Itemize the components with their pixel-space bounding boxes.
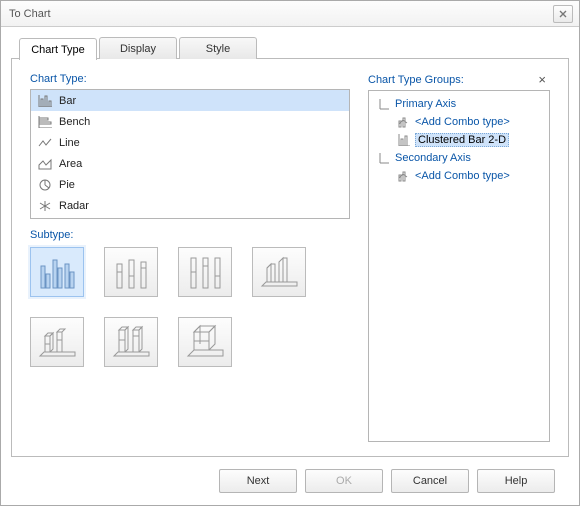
help-button[interactable]: Help: [477, 469, 555, 493]
groups-close-button[interactable]: ×: [538, 73, 546, 86]
tree-primary-axis[interactable]: Primary Axis: [373, 95, 545, 113]
list-item-bench[interactable]: Bench: [31, 111, 349, 132]
button-label: Help: [505, 475, 528, 487]
button-label: Next: [247, 475, 270, 487]
percent-2d-icon: [185, 254, 225, 290]
tree-clustered-bar-2d[interactable]: Clustered Bar 2-D: [373, 131, 545, 149]
tree-label: Secondary Axis: [395, 152, 471, 164]
tab-strip: Chart Type Display Style: [19, 37, 569, 59]
tab-label: Chart Type: [31, 44, 85, 56]
subtype-clustered-2d[interactable]: [30, 247, 84, 297]
bar-icon: [397, 134, 411, 146]
clustered-2d-icon: [37, 254, 77, 290]
list-item-label: Pie: [59, 179, 75, 191]
tree-label: Clustered Bar 2-D: [415, 133, 509, 147]
tab-panel: Chart Type: Bar Bench: [11, 58, 569, 457]
subtype-stacked-3d-grouped[interactable]: [30, 317, 84, 367]
list-item-bar[interactable]: Bar: [31, 90, 349, 111]
tab-chart-type[interactable]: Chart Type: [19, 38, 97, 60]
bench-icon: [37, 115, 53, 129]
button-label: Cancel: [413, 475, 447, 487]
tree-label: <Add Combo type>: [415, 170, 510, 182]
chart-type-label: Chart Type:: [30, 73, 350, 85]
close-icon: [558, 9, 568, 19]
line-icon: [37, 136, 53, 150]
subtype-grid: [30, 247, 350, 367]
list-item-label: Bench: [59, 116, 90, 128]
tab-label: Style: [206, 43, 230, 55]
subtype-percent-2d[interactable]: [178, 247, 232, 297]
list-item-label: Area: [59, 158, 82, 170]
clustered-3d-icon: [259, 254, 299, 290]
groups-tree[interactable]: Primary Axis <Add Combo type> Clustered …: [368, 90, 550, 442]
cancel-button[interactable]: Cancel: [391, 469, 469, 493]
button-label: OK: [336, 475, 352, 487]
bar-icon: [37, 94, 53, 108]
axis-icon: [377, 152, 391, 164]
window-title: To Chart: [9, 8, 553, 20]
groups-header: Chart Type Groups: ×: [368, 73, 550, 86]
list-item-pie[interactable]: Pie: [31, 174, 349, 195]
stacked-2d-icon: [111, 254, 151, 290]
subtype-clustered-3d[interactable]: [252, 247, 306, 297]
chart-type-list[interactable]: Bar Bench Line: [30, 89, 350, 219]
area-icon: [37, 157, 53, 171]
tree-label: Primary Axis: [395, 98, 456, 110]
list-item-line[interactable]: Line: [31, 132, 349, 153]
tab-display[interactable]: Display: [99, 37, 177, 59]
list-item-label: Bar: [59, 95, 76, 107]
subtype-stacked-3d[interactable]: [104, 317, 158, 367]
tree-add-combo-secondary[interactable]: <Add Combo type>: [373, 167, 545, 185]
tree-add-combo-primary[interactable]: <Add Combo type>: [373, 113, 545, 131]
tree-secondary-axis[interactable]: Secondary Axis: [373, 149, 545, 167]
percent-3d-icon: [185, 324, 225, 360]
list-item-label: Radar: [59, 200, 89, 212]
next-button[interactable]: Next: [219, 469, 297, 493]
axis-icon: [377, 98, 391, 110]
stacked-3d-icon: [111, 324, 151, 360]
left-column: Chart Type: Bar Bench: [30, 73, 350, 442]
add-combo-icon: [397, 170, 411, 182]
titlebar: To Chart: [1, 1, 579, 27]
add-combo-icon: [397, 116, 411, 128]
list-item-radar[interactable]: Radar: [31, 195, 349, 216]
radar-icon: [37, 199, 53, 213]
button-row: Next OK Cancel Help: [11, 457, 569, 505]
list-item-area[interactable]: Area: [31, 153, 349, 174]
list-item-label: Line: [59, 137, 80, 149]
ok-button[interactable]: OK: [305, 469, 383, 493]
tab-style[interactable]: Style: [179, 37, 257, 59]
pie-icon: [37, 178, 53, 192]
groups-label: Chart Type Groups:: [368, 74, 464, 86]
tab-label: Display: [120, 43, 156, 55]
subtype-label: Subtype:: [30, 229, 350, 241]
dialog: To Chart Chart Type Display Style Chart …: [0, 0, 580, 506]
subtype-stacked-2d[interactable]: [104, 247, 158, 297]
subtype-percent-3d[interactable]: [178, 317, 232, 367]
right-column: Chart Type Groups: × Primary Axis: [368, 73, 550, 442]
dialog-body: Chart Type Display Style Chart Type: Bar: [1, 27, 579, 505]
stacked-3d-grouped-icon: [37, 324, 77, 360]
tree-label: <Add Combo type>: [415, 116, 510, 128]
close-button[interactable]: [553, 5, 573, 23]
